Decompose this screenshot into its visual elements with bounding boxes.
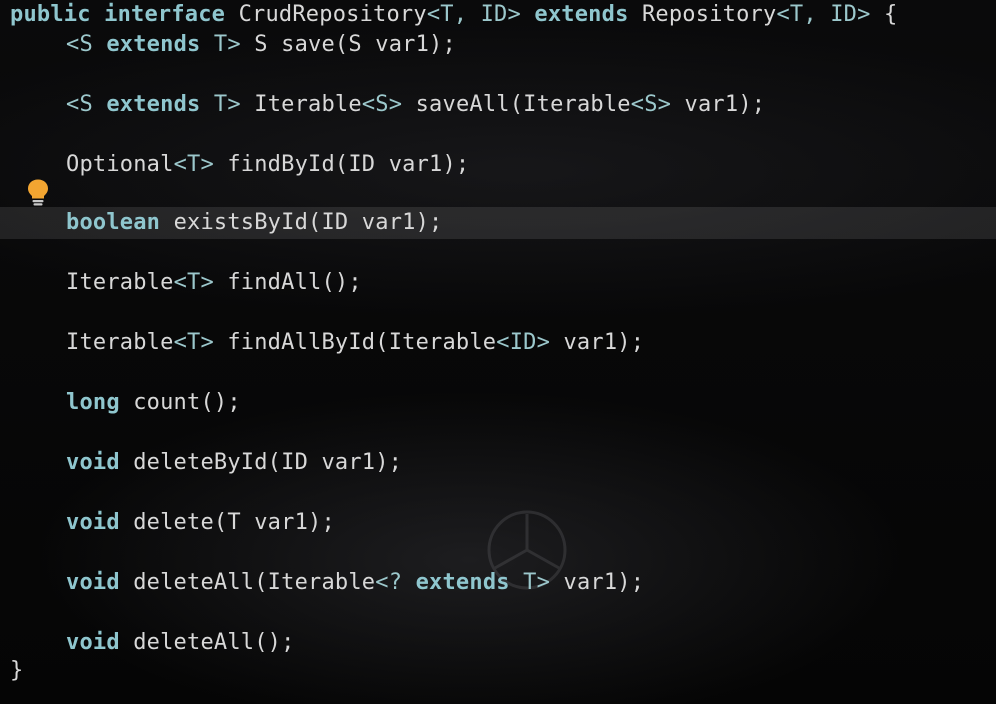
code-line[interactable]: void deleteById(ID var1); (10, 448, 402, 478)
code-token: findAllById(Iterable (213, 330, 497, 355)
code-token: extends (534, 2, 629, 27)
code-token: <T> (173, 152, 214, 177)
code-line[interactable]: Iterable<T> findAll(); (10, 268, 362, 298)
code-token: <S> (361, 92, 403, 117)
code-token: deleteById(ID var1); (119, 450, 403, 475)
code-token: saveAll(Iterable (402, 92, 631, 117)
code-line[interactable]: Optional<T> findById(ID var1); (10, 150, 469, 180)
code-token: extends (106, 32, 201, 57)
code-token: <T> (173, 270, 214, 295)
code-token: <S (66, 92, 107, 117)
code-token: <T, ID> (426, 2, 521, 27)
code-line[interactable]: Iterable<T> findAllById(Iterable<ID> var… (10, 328, 644, 358)
code-token: extends (106, 92, 201, 117)
code-token: S save(S var1); (240, 32, 456, 57)
code-token: <S> (630, 92, 672, 117)
code-token: count(); (119, 390, 241, 415)
code-line[interactable]: long count(); (10, 388, 241, 418)
code-token: void (66, 630, 120, 655)
code-line[interactable]: void delete(T var1); (10, 508, 335, 538)
code-token: Iterable (66, 270, 174, 295)
code-token: { (870, 2, 898, 27)
code-editor[interactable]: public interface CrudRepository<T, ID> e… (0, 0, 996, 704)
code-token: Repository (628, 2, 777, 27)
code-line[interactable]: boolean existsById(ID var1); (10, 208, 442, 238)
code-token: delete(T var1); (119, 510, 335, 535)
code-token: T> (200, 32, 241, 57)
code-token: public (10, 2, 91, 27)
code-token: Iterable (66, 330, 174, 355)
code-line[interactable]: public interface CrudRepository<T, ID> e… (10, 0, 897, 30)
code-line[interactable]: void deleteAll(); (10, 628, 295, 658)
code-token: findAll(); (213, 270, 362, 295)
code-token: deleteAll(); (119, 630, 295, 655)
code-line[interactable]: <S extends T> S save(S var1); (10, 30, 456, 60)
code-token: void (66, 450, 120, 475)
code-line[interactable]: <S extends T> Iterable<S> saveAll(Iterab… (10, 90, 765, 120)
code-token: <ID> (496, 330, 551, 355)
code-token: Iterable (240, 92, 362, 117)
code-token: long (66, 390, 120, 415)
code-token: extends (415, 570, 510, 595)
code-token: <T> (173, 330, 214, 355)
code-token: boolean (66, 210, 161, 235)
code-token: <T, ID> (776, 2, 871, 27)
lightbulb-icon[interactable] (26, 178, 50, 208)
code-token: var1); (550, 330, 645, 355)
code-token: void (66, 510, 120, 535)
code-line[interactable]: void deleteAll(Iterable<? extends T> var… (10, 568, 644, 598)
code-token: var1); (671, 92, 766, 117)
code-line[interactable]: } (10, 656, 23, 686)
code-token: CrudRepository (225, 2, 427, 27)
code-token: T> (509, 570, 551, 595)
code-token: findById(ID var1); (213, 152, 470, 177)
code-token: T> (200, 92, 241, 117)
code-token: <? (375, 570, 416, 595)
code-token: void (66, 570, 120, 595)
code-token: interface (104, 2, 226, 27)
code-token: <S (66, 32, 107, 57)
code-token: } (10, 658, 24, 683)
code-token: Optional (66, 152, 174, 177)
code-token: var1); (550, 570, 645, 595)
code-token: deleteAll(Iterable (119, 570, 376, 595)
code-token: existsById(ID var1); (160, 210, 443, 235)
